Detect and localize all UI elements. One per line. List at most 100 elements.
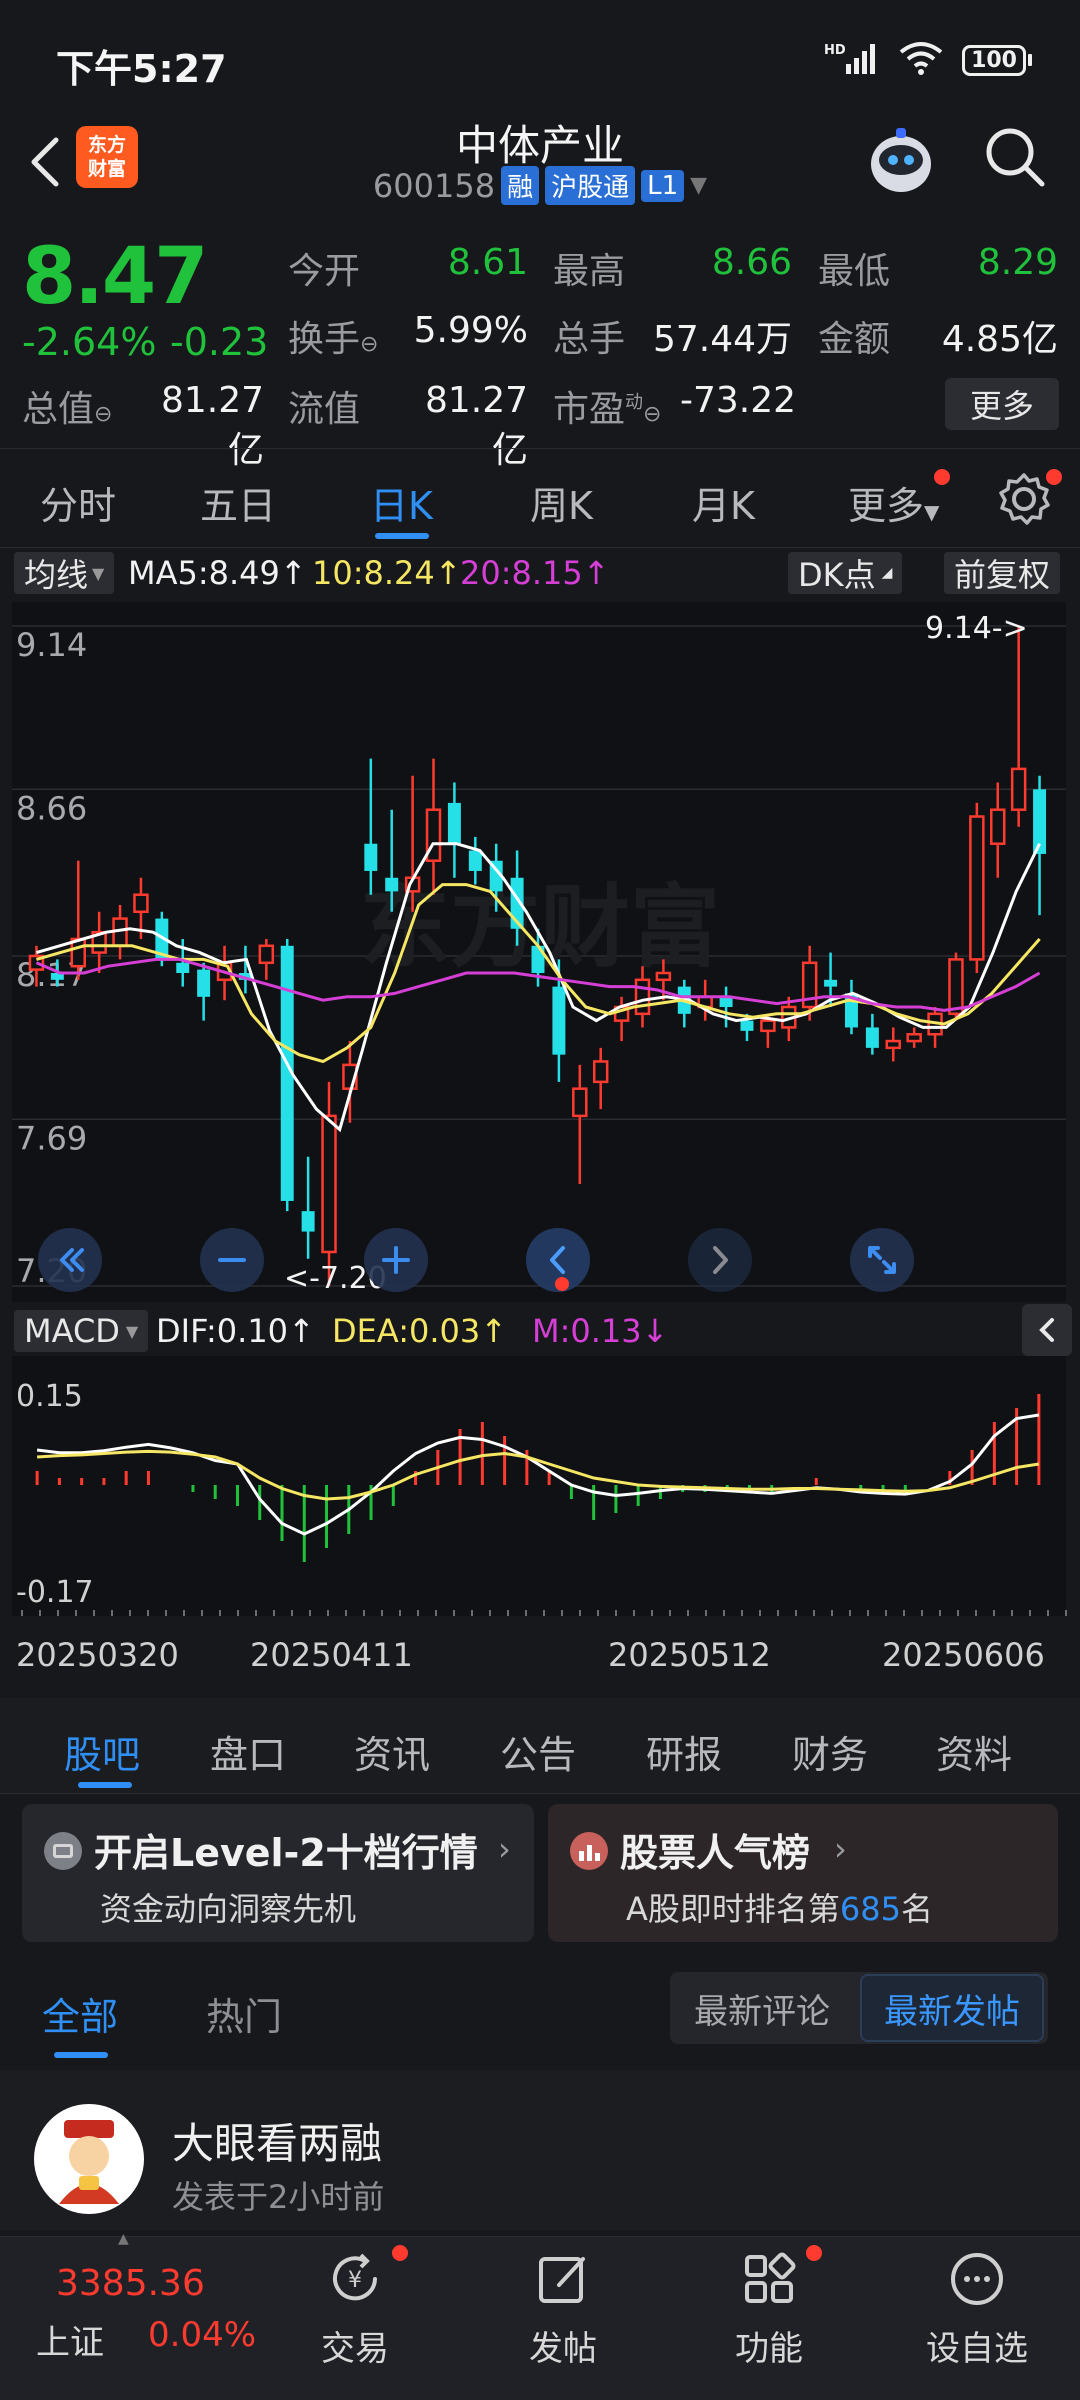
candle-body — [301, 1211, 315, 1232]
level2-subtitle: 资金动向洞察先机 — [100, 1890, 357, 1928]
nav-trade[interactable]: ¥ 交易 — [280, 2249, 430, 2370]
change-value: -0.23 — [170, 320, 269, 364]
sort-latest-post[interactable]: 最新发帖 — [860, 1974, 1044, 2042]
post-author[interactable]: 大眼看两融 — [172, 2110, 382, 2171]
sort-latest-comment[interactable]: 最新评论 — [694, 1984, 830, 2033]
status-bar: 下午5:27 HD 100 — [0, 0, 1080, 120]
kline-chart[interactable]: 9.148.668.177.697.20东方财富9.14-><-7.20 — [0, 598, 1080, 1308]
candle-body — [824, 979, 838, 987]
feed-tab-underline — [54, 2052, 108, 2058]
change-percent: -2.64% — [22, 320, 157, 364]
ma-selector[interactable]: 均线 ▼ — [14, 552, 115, 594]
tab-weekly-k[interactable]: 周K — [530, 475, 593, 530]
index-ticker[interactable]: ▲ 3385.36 上证 0.04% — [0, 2231, 260, 2400]
nav-post[interactable]: 发帖 — [488, 2249, 638, 2370]
robot-assistant-icon[interactable] — [862, 120, 940, 198]
tab-orderbook[interactable]: 盘口 — [210, 1724, 286, 1779]
feed-tab-all[interactable]: 全部 — [42, 1986, 118, 2041]
x-tick: 20250606 — [882, 1636, 1045, 1674]
popularity-subtitle: A股即时排名第685名 — [626, 1890, 933, 1928]
active-tab-underline — [375, 533, 429, 539]
pe-label[interactable]: 市盈动⊖ — [553, 380, 661, 432]
tab-announcements[interactable]: 公告 — [500, 1724, 576, 1779]
bottom-nav: ▲ 3385.36 上证 0.04% ¥ 交易 发帖 功能 设自选 — [0, 2231, 1080, 2400]
popularity-rank: 685 — [839, 1890, 901, 1928]
low-value: 8.29 — [977, 242, 1058, 283]
candle-body — [258, 944, 275, 965]
feed-tabs: 全部 热门 最新评论 最新发帖 — [0, 1960, 1080, 2070]
macd-y-tick: -0.17 — [16, 1575, 94, 1610]
m-value: M:0.13↓ — [532, 1312, 669, 1350]
candle-body — [990, 808, 1006, 845]
chevron-right-icon: › — [498, 1830, 511, 1868]
candle-body — [572, 1087, 588, 1118]
step-right-button[interactable] — [688, 1228, 752, 1292]
high-label: 最高 — [553, 251, 626, 292]
candle-body — [468, 850, 482, 871]
dk-point-toggle[interactable]: DK点 ◢ — [788, 552, 903, 594]
tab-monthly-k[interactable]: 月K — [692, 475, 755, 530]
pe-value: -73.22 — [680, 380, 797, 421]
tab-research[interactable]: 研报 — [646, 1724, 722, 1779]
macd-chart[interactable]: 0.15 -0.17 — [0, 1356, 1080, 1616]
macd-svg: 0.15 -0.17 — [12, 1356, 1067, 1616]
dif-value: DIF:0.10↑ — [156, 1312, 315, 1350]
x-tick: 20250512 — [608, 1636, 771, 1674]
amount-label: 金额 — [818, 319, 891, 360]
candle-body — [906, 1032, 922, 1043]
zoom-in-button[interactable] — [364, 1228, 428, 1292]
level2-promo-card[interactable]: 开启Level-2十档行情 › 资金动向洞察先机 — [22, 1804, 534, 1942]
tab-financials[interactable]: 财务 — [792, 1724, 868, 1779]
tab-five-day[interactable]: 五日 — [200, 475, 276, 530]
candle-body — [760, 1019, 776, 1033]
popularity-card[interactable]: 股票人气榜 › A股即时排名第685名 — [548, 1804, 1058, 1942]
macd-y-tick: 0.15 — [16, 1379, 83, 1414]
feed-tab-hot[interactable]: 热门 — [206, 1986, 282, 2041]
grid-apps-icon — [745, 2252, 796, 2303]
turnover-label[interactable]: 换手⊖ — [288, 310, 378, 362]
tab-forum[interactable]: 股吧 — [64, 1724, 140, 1779]
candle-body — [176, 962, 190, 974]
index-change: 0.04% — [148, 2315, 257, 2355]
tab-news[interactable]: 资讯 — [354, 1724, 430, 1779]
high-value: 8.66 — [711, 242, 792, 283]
y-tick-label: 7.69 — [16, 1119, 87, 1157]
tag-margin: 融 — [501, 166, 540, 205]
chart-settings-button[interactable] — [996, 471, 1052, 531]
fullscreen-button[interactable] — [850, 1228, 914, 1292]
candle-body — [447, 802, 461, 844]
corner-triangle-icon: ◢ — [881, 565, 893, 581]
mktcap-label[interactable]: 总值⊖ — [22, 380, 112, 432]
ma20-value: 20:8.15↑ — [460, 554, 610, 592]
gear-icon — [999, 473, 1050, 525]
nav-add-watchlist[interactable]: 设自选 — [902, 2249, 1052, 2370]
header: 东方 财富 中体产业 600158 融 沪股通 L1 ▼ — [0, 112, 1080, 222]
more-quote-button[interactable]: 更多 — [945, 378, 1059, 430]
author-avatar[interactable] — [34, 2104, 144, 2214]
tab-profile[interactable]: 资料 — [936, 1724, 1012, 1779]
nav-functions[interactable]: 功能 — [694, 2249, 844, 2370]
info-icon: ⊖ — [94, 402, 113, 427]
yuan-exchange-icon: ¥ — [333, 2253, 377, 2301]
search-button[interactable] — [980, 122, 1050, 192]
x-axis-dates: 20250320 20250411 20250512 20250606 — [0, 1620, 1080, 1680]
page-left-button[interactable] — [38, 1228, 102, 1292]
adjust-mode-button[interactable]: 前复权 — [944, 552, 1061, 594]
wifi-icon — [898, 40, 944, 80]
position-indicator-dot — [555, 1277, 569, 1291]
indicator-selector[interactable]: MACD ▼ — [14, 1310, 149, 1352]
post-item[interactable]: 大眼看两融 发表于2小时前 — [0, 2070, 1080, 2230]
x-tick: 20250320 — [16, 1636, 179, 1674]
zoom-out-button[interactable] — [200, 1228, 264, 1292]
tab-more-periods[interactable]: 更多▼ — [848, 475, 939, 530]
fortune-god-icon — [59, 2120, 119, 2204]
nav-functions-label: 功能 — [735, 2329, 803, 2369]
settings-notification-dot — [1046, 469, 1062, 485]
nav-add-watchlist-label: 设自选 — [926, 2329, 1028, 2369]
collapse-indicator-button[interactable] — [1022, 1304, 1072, 1356]
tab-daily-k[interactable]: 日K — [370, 475, 433, 530]
tab-intraday[interactable]: 分时 — [40, 475, 116, 530]
sort-toggle: 最新评论 最新发帖 — [670, 1972, 1048, 2044]
chevron-right-icon: › — [834, 1830, 847, 1868]
signal-icon: HD — [824, 40, 880, 80]
